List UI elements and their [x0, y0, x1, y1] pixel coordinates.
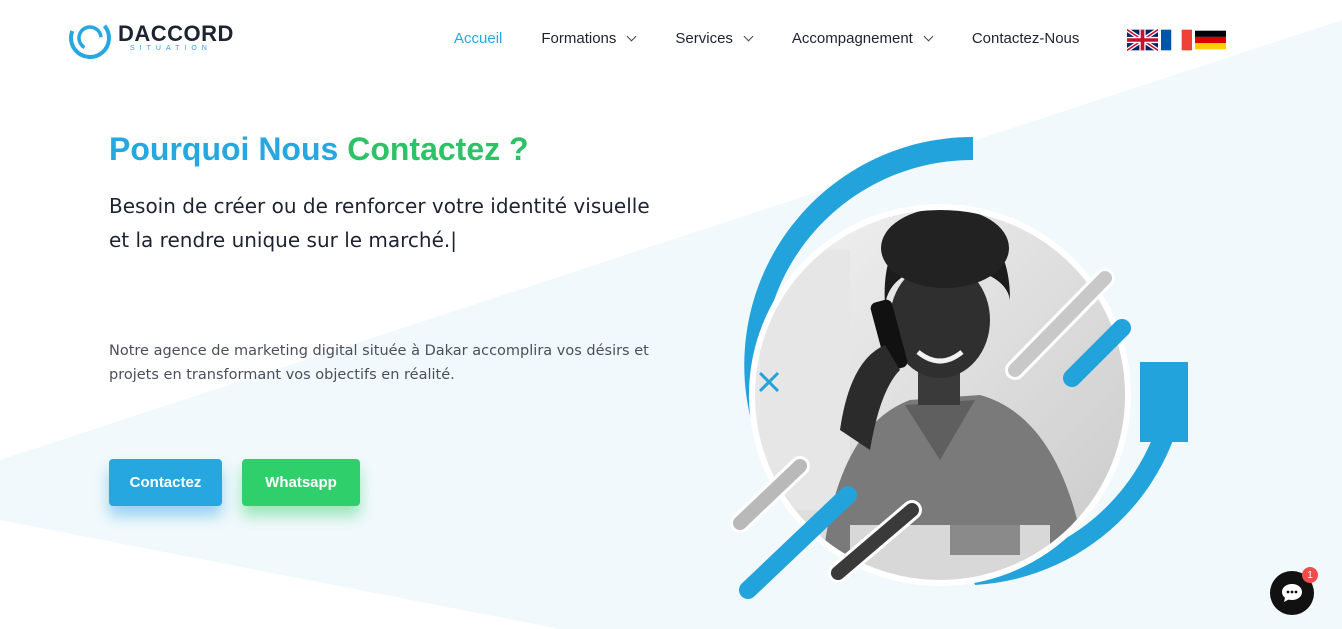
- france-flag-icon[interactable]: [1161, 28, 1192, 52]
- nav-item-formations[interactable]: Formations: [541, 30, 637, 47]
- brand-subtitle: SITUATION: [130, 45, 212, 52]
- hero-lead: Besoin de créer ou de renforcer votre id…: [109, 189, 669, 257]
- germany-flag-icon[interactable]: [1195, 28, 1226, 52]
- logo-mark-icon: [69, 17, 111, 59]
- brand-logo[interactable]: DACCORD SITUATION: [68, 16, 234, 60]
- contact-button[interactable]: Contactez: [109, 459, 222, 506]
- uk-flag-icon[interactable]: [1127, 28, 1158, 52]
- hero-illustration: [730, 136, 1188, 599]
- typing-cursor: |: [450, 228, 458, 252]
- nav-item-label: Accompagnement: [791, 30, 913, 47]
- nav-item-label: Accueil: [454, 30, 503, 47]
- chevron-down-icon: [923, 31, 934, 42]
- chevron-down-icon: [626, 31, 637, 42]
- hero-title: Pourquoi Nous Contactez ?: [109, 131, 529, 168]
- nav-item-label: Services: [675, 30, 733, 47]
- chat-bubble-icon: [1282, 584, 1302, 602]
- page: DACCORD SITUATION Accueil Formations Ser…: [0, 0, 1342, 629]
- nav-item-label: Formations: [541, 30, 617, 47]
- hero-title-part1: Pourquoi Nous: [109, 131, 339, 167]
- nav-item-accueil[interactable]: Accueil: [454, 30, 502, 47]
- whatsapp-button[interactable]: Whatsapp: [242, 459, 360, 506]
- main-nav: Accueil Formations Services Accompagneme…: [454, 30, 1079, 47]
- brand-name: DACCORD: [118, 21, 234, 46]
- chevron-down-icon: [743, 31, 754, 42]
- nav-item-accompagnement[interactable]: Accompagnement: [791, 30, 934, 47]
- chat-notification-badge: 1: [1302, 567, 1318, 583]
- hero-description: Notre agence de marketing digital située…: [109, 343, 649, 383]
- hero-lead-text: Besoin de créer ou de renforcer votre id…: [109, 194, 650, 252]
- hero-title-part2: Contactez ?: [347, 131, 529, 167]
- nav-item-label: Contactez-Nous: [971, 30, 1080, 47]
- language-switcher: [1127, 28, 1229, 52]
- nav-item-contactez-nous[interactable]: Contactez-Nous: [972, 30, 1080, 47]
- nav-item-services[interactable]: Services: [675, 30, 754, 47]
